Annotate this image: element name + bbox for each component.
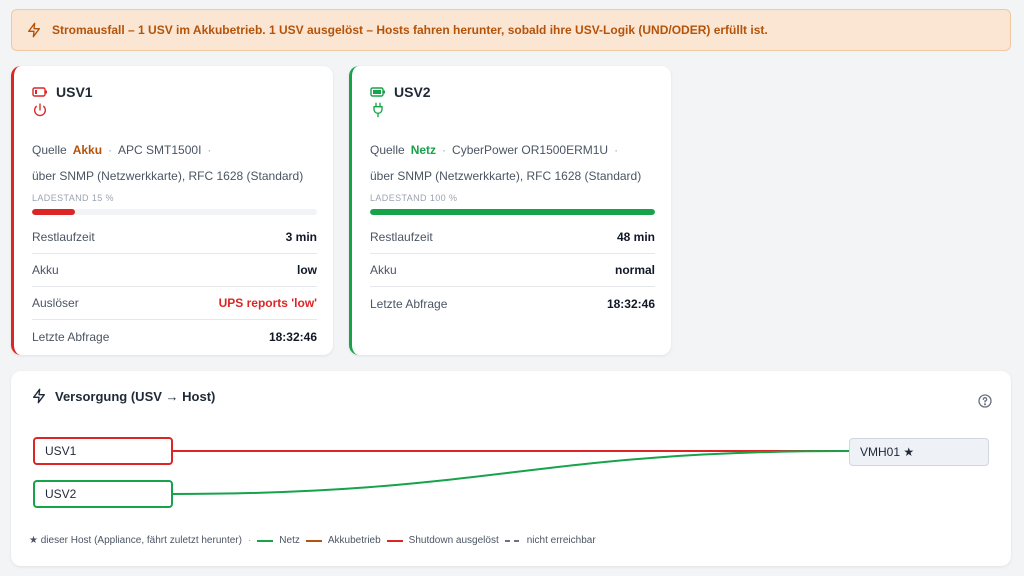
source-label: Quelle: [32, 143, 67, 157]
charge-bar: [32, 209, 317, 215]
legend-this-host: ★ dieser Host (Appliance, fährt zuletzt …: [29, 535, 242, 546]
info-row-battery: Akku low: [32, 254, 317, 287]
alert-text: Stromausfall – 1 USV im Akkubetrieb. 1 U…: [52, 23, 768, 37]
lightning-icon: [28, 22, 40, 38]
charge-label: LADESTAND 15 %: [32, 193, 114, 203]
source-line: Quelle Akku · APC SMT1500I ·: [32, 143, 212, 157]
legend-unreachable: nicht erreichbar: [504, 535, 596, 546]
ups-name: USV1: [56, 84, 93, 100]
charge-label: LADESTAND 100 %: [370, 193, 458, 203]
battery-full-icon: [370, 87, 385, 97]
ups-model: CyberPower OR1500ERM1U: [452, 143, 609, 157]
connection-info: über SNMP (Netzwerkkarte), RFC 1628 (Sta…: [370, 169, 642, 183]
info-row-runtime: Restlaufzeit 48 min: [370, 221, 655, 254]
info-row-runtime: Restlaufzeit 3 min: [32, 221, 317, 254]
ups-model: APC SMT1500I: [118, 143, 202, 157]
ups-card-usv1: USV1 Quelle Akku · APC SMT1500I · über S…: [11, 66, 333, 355]
legend-shutdown: Shutdown ausgelöst: [386, 535, 499, 546]
battery-low-icon: [32, 87, 47, 97]
source-line: Quelle Netz · CyberPower OR1500ERM1U ·: [370, 143, 619, 157]
power-icon: [34, 103, 46, 117]
node-usv1[interactable]: USV1: [33, 437, 173, 465]
info-row-trigger: Auslöser UPS reports 'low': [32, 287, 317, 320]
node-usv2[interactable]: USV2: [33, 480, 173, 508]
node-host-vmh01[interactable]: VMH01 ★: [849, 438, 989, 466]
plug-icon: [373, 102, 383, 118]
info-row-last-poll: Letzte Abfrage 18:32:46: [370, 296, 655, 311]
source-value: Akku: [72, 143, 103, 157]
info-row-last-poll: Letzte Abfrage 18:32:46: [32, 329, 317, 344]
legend: ★ dieser Host (Appliance, fährt zuletzt …: [29, 535, 596, 546]
ups-card-usv2: USV2 Quelle Netz · CyberPower OR1500ERM1…: [349, 66, 671, 355]
power-failure-alert: Stromausfall – 1 USV im Akkubetrieb. 1 U…: [11, 9, 1011, 51]
connection-usv2-host: [172, 450, 850, 495]
ups-name: USV2: [394, 84, 431, 100]
charge-bar: [370, 209, 655, 215]
source-label: Quelle: [370, 143, 405, 157]
legend-battery: Akkubetrieb: [305, 535, 381, 546]
supply-flow-panel: Versorgung (USV → Host) USV1 USV2 VMH01 …: [11, 371, 1011, 566]
info-row-battery: Akku normal: [370, 254, 655, 287]
connection-info: über SNMP (Netzwerkkarte), RFC 1628 (Sta…: [32, 169, 304, 183]
legend-net: Netz: [257, 535, 300, 546]
source-value: Netz: [410, 143, 437, 157]
